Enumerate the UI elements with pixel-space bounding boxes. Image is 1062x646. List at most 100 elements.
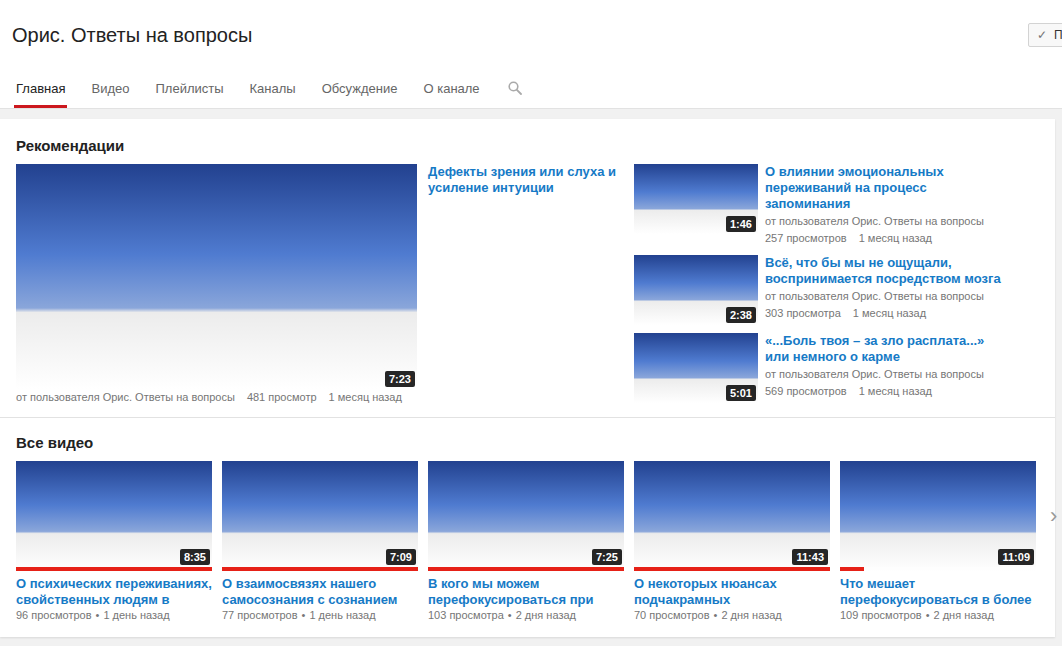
tab[interactable]: Плейлисты — [153, 68, 225, 108]
video-card: 7:09 О взаимосвязях нашего самосознания с… — [222, 461, 418, 623]
upload-age: 1 месяц назад — [329, 391, 402, 403]
tab[interactable]: Обсуждение — [320, 68, 400, 108]
watch-progress — [840, 567, 1036, 571]
tab-bar: Главная Видео Плейлисты Каналы Обсуждение О к… — [14, 68, 1062, 108]
upload-age: 1 месяц назад — [853, 307, 926, 319]
search-icon — [508, 81, 522, 95]
video-title[interactable]: Что мешает перефокусироваться в более — [840, 576, 1036, 608]
watch-progress — [634, 567, 830, 571]
content-panel: Рекомендации 7:23 Дефекты зрения или слух… — [0, 119, 1055, 637]
video-meta: 109 просмотров • 2 дня назад — [840, 608, 1036, 623]
view-count: 481 просмотр — [247, 391, 317, 403]
video-meta: 70 просмотров •2 дня назад — [634, 608, 830, 623]
separator: • — [714, 609, 718, 621]
side-video: 2:38 Всё, что бы мы не ощущали, восприним… — [634, 255, 1005, 325]
video-title[interactable]: Дефекты зрения или слуха и усиление инту… — [428, 164, 616, 196]
recommendations-section: Рекомендации 7:23 Дефекты зрения или слух… — [0, 119, 1055, 418]
section-heading: Рекомендации — [16, 136, 1039, 156]
video-title[interactable]: О некоторых нюансах подчакрамных — [634, 576, 830, 608]
video-title[interactable]: О психических переживаниях, свойственных… — [16, 576, 212, 608]
video-thumbnail[interactable]: 7:09 — [222, 461, 418, 571]
view-count: 70 просмотров — [634, 609, 710, 621]
duration-badge: 5:01 — [726, 385, 756, 401]
all-videos-section: Все видео 8:35 О психических переживаниях… — [0, 418, 1055, 637]
video-title[interactable]: «...Боль твоя – за зло расплата...» или … — [765, 333, 1005, 365]
video-info: О влиянии эмоциональных переживаний на п… — [765, 164, 1005, 247]
channel-title: Орис. Ответы на вопросы — [12, 23, 252, 47]
video-thumbnail[interactable]: 2:38 — [634, 255, 758, 325]
search-button[interactable] — [508, 81, 522, 108]
tab[interactable]: О канале — [421, 68, 481, 108]
watch-progress — [428, 567, 624, 571]
video-thumbnail[interactable]: 8:35 — [16, 461, 212, 571]
subscribe-label: П — [1054, 27, 1062, 43]
next-arrow[interactable]: › — [1050, 461, 1057, 571]
watch-progress-fill — [428, 567, 624, 571]
video-thumbnail[interactable]: 7:23 — [16, 164, 417, 389]
upload-age: 1 месяц назад — [859, 232, 932, 244]
watch-progress-fill — [16, 567, 212, 571]
side-video: 1:46 О влиянии эмоциональных переживаний … — [634, 164, 1005, 247]
video-stats: 257 просмотров 1 месяц назад — [765, 230, 1005, 247]
separator: • — [508, 609, 512, 621]
video-title[interactable]: Всё, что бы мы не ощущали, воспринимаетс… — [765, 255, 1005, 287]
duration-badge: 7:25 — [592, 549, 622, 565]
view-count: 569 просмотров — [765, 385, 847, 397]
recommendations-row: 7:23 Дефекты зрения или слуха и усиление … — [16, 164, 1039, 405]
section-heading: Все видео — [16, 433, 1039, 453]
video-card: 8:35 О психических переживаниях, свойстве… — [16, 461, 212, 623]
featured-video: 7:23 Дефекты зрения или слуха и усиление … — [16, 164, 616, 405]
video-card: 11:09 Что мешает перефокусироваться в бол… — [840, 461, 1036, 623]
video-title[interactable]: О влиянии эмоциональных переживаний на п… — [765, 164, 1005, 212]
video-thumbnail[interactable]: 11:09 — [840, 461, 1036, 571]
video-stats: 569 просмотров1 месяц назад — [765, 383, 1005, 400]
watch-progress — [222, 567, 418, 571]
video-author[interactable]: от пользователя Орис. Ответы на вопросы — [765, 213, 1005, 230]
video-author[interactable]: от пользователя Орис. Ответы на вопросы — [765, 288, 1005, 305]
video-thumbnail[interactable]: 5:01 — [634, 333, 758, 403]
video-stats: 303 просмотра 1 месяц назад — [765, 305, 1005, 322]
video-author[interactable]: от пользователя Орис. Ответы на вопросы — [765, 366, 1005, 383]
side-video: 5:01 «...Боль твоя – за зло расплата...» … — [634, 333, 1005, 403]
video-author[interactable]: от пользователя Орис. Ответы на вопросы — [16, 391, 235, 403]
view-count: 257 просмотров — [765, 232, 847, 244]
upload-age: 2 дня назад — [516, 609, 576, 621]
video-title[interactable]: В кого мы можем перефокусироваться при — [428, 576, 624, 608]
featured-row: 7:23 Дефекты зрения или слуха и усиление … — [16, 164, 616, 389]
video-card: 11:43 О некоторых нюансах подчакрамных70 … — [634, 461, 830, 623]
view-count: 109 просмотров — [840, 609, 922, 621]
duration-badge: 1:46 — [726, 216, 756, 232]
video-thumbnail[interactable]: 7:25 — [428, 461, 624, 571]
video-meta: от пользователя Орис. Ответы на вопросы5… — [765, 366, 1005, 400]
upload-age: 1 день назад — [103, 609, 169, 621]
video-meta: 77 просмотров•1 день назад — [222, 608, 418, 623]
duration-badge: 11:09 — [998, 549, 1034, 565]
video-meta: от пользователя Орис. Ответы на вопросы 4… — [16, 390, 616, 405]
view-count: 96 просмотров — [16, 609, 92, 621]
tab[interactable]: Каналы — [248, 68, 298, 108]
upload-age: 2 дня назад — [934, 609, 994, 621]
video-thumbnail[interactable]: 11:43 — [634, 461, 830, 571]
watch-progress-fill — [222, 567, 418, 571]
video-meta: от пользователя Орис. Ответы на вопросы3… — [765, 288, 1005, 322]
video-title[interactable]: О взаимосвязях нашего самосознания с соз… — [222, 576, 418, 608]
video-meta: от пользователя Орис. Ответы на вопросы2… — [765, 213, 1005, 247]
video-thumbnail[interactable]: 1:46 — [634, 164, 758, 234]
separator: • — [926, 609, 930, 621]
tab[interactable]: Видео — [89, 68, 131, 108]
side-video-list: 1:46 О влиянии эмоциональных переживаний … — [634, 164, 1005, 403]
watch-progress — [16, 567, 212, 571]
video-meta: 96 просмотров•1 день назад — [16, 608, 212, 623]
upload-age: 1 день назад — [309, 609, 375, 621]
video-meta: 103 просмотра•2 дня назад — [428, 608, 624, 623]
tab[interactable]: Главная — [14, 68, 67, 108]
view-count: 303 просмотра — [765, 307, 841, 319]
subscribe-button[interactable]: ✓П — [1028, 23, 1062, 47]
duration-badge: 11:43 — [792, 549, 828, 565]
duration-badge: 7:09 — [386, 549, 416, 565]
title-row: Орис. Ответы на вопросы ✓П — [14, 0, 1062, 47]
watch-progress-fill — [840, 567, 864, 571]
upload-age: 2 дня назад — [721, 609, 781, 621]
duration-badge: 2:38 — [726, 307, 756, 323]
channel-header: Орис. Ответы на вопросы ✓П Главная Видео П… — [0, 0, 1062, 109]
